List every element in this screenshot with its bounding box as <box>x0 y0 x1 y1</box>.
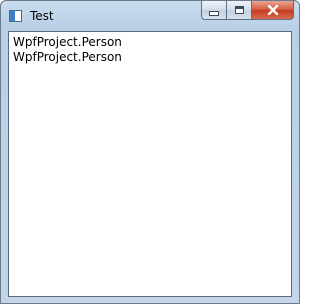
close-icon <box>267 5 278 15</box>
title-bar[interactable]: Test <box>1 1 299 31</box>
list-item[interactable]: WpfProject.Person <box>9 50 291 65</box>
close-button[interactable] <box>251 1 294 20</box>
caption-buttons <box>201 1 294 21</box>
maximize-icon <box>234 6 244 14</box>
minimize-button[interactable] <box>201 1 226 20</box>
person-listbox[interactable]: WpfProject.Person WpfProject.Person <box>9 32 291 296</box>
window-app-icon[interactable] <box>9 10 22 22</box>
minimize-icon <box>209 10 219 16</box>
window-title: Test <box>30 9 54 23</box>
list-item[interactable]: WpfProject.Person <box>9 35 291 50</box>
maximize-button[interactable] <box>226 1 251 20</box>
app-window: Test WpfProject.Person WpfProject.Person <box>0 0 300 304</box>
client-area: WpfProject.Person WpfProject.Person <box>8 31 292 297</box>
